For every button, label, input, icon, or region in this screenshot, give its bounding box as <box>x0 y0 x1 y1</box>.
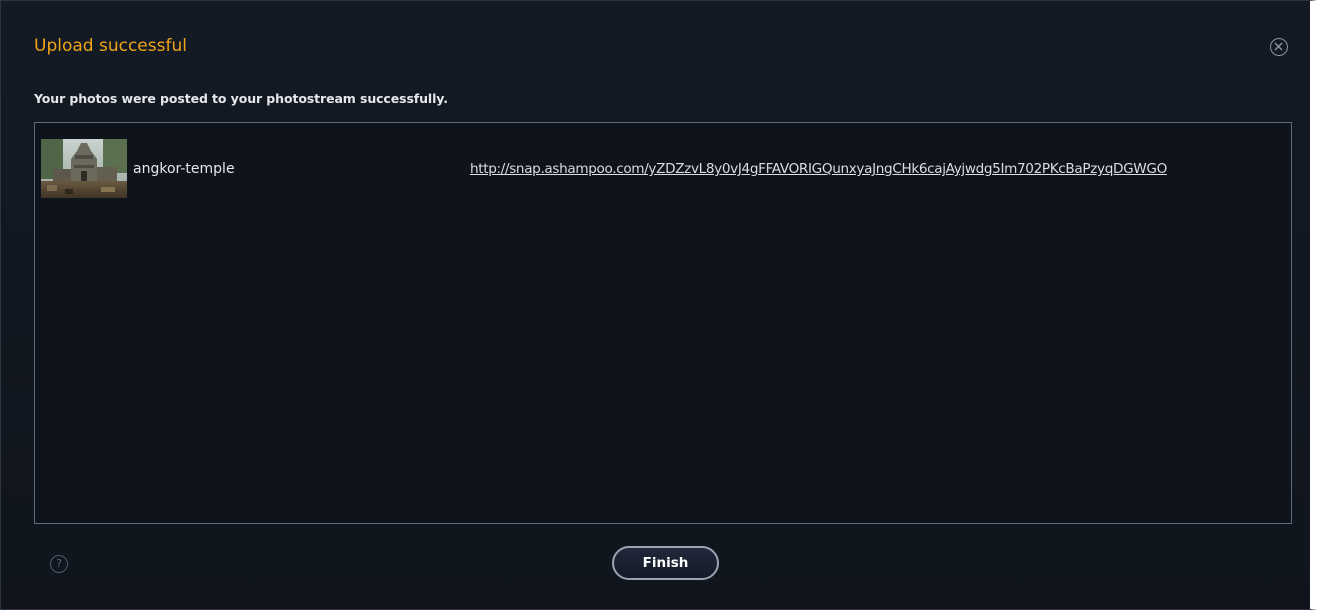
temple-photo-image <box>41 139 127 198</box>
close-icon[interactable] <box>1270 38 1288 56</box>
finish-button[interactable]: Finish <box>612 546 719 580</box>
close-glyph <box>1274 42 1283 51</box>
success-message: Your photos were posted to your photostr… <box>34 91 448 106</box>
photo-share-link[interactable]: http://snap.ashampoo.com/yZDZzvL8y0vJ4gF… <box>470 161 1167 177</box>
upload-result-dialog: Upload successful Your photos were poste… <box>0 0 1317 610</box>
photo-name: angkor-temple <box>133 161 235 177</box>
photo-thumbnail <box>41 139 127 198</box>
upload-list: angkor-temple http://snap.ashampoo.com/y… <box>34 122 1292 524</box>
dialog-title: Upload successful <box>34 36 187 56</box>
list-item: angkor-temple http://snap.ashampoo.com/y… <box>41 139 1281 199</box>
help-icon[interactable]: ? <box>50 555 68 573</box>
